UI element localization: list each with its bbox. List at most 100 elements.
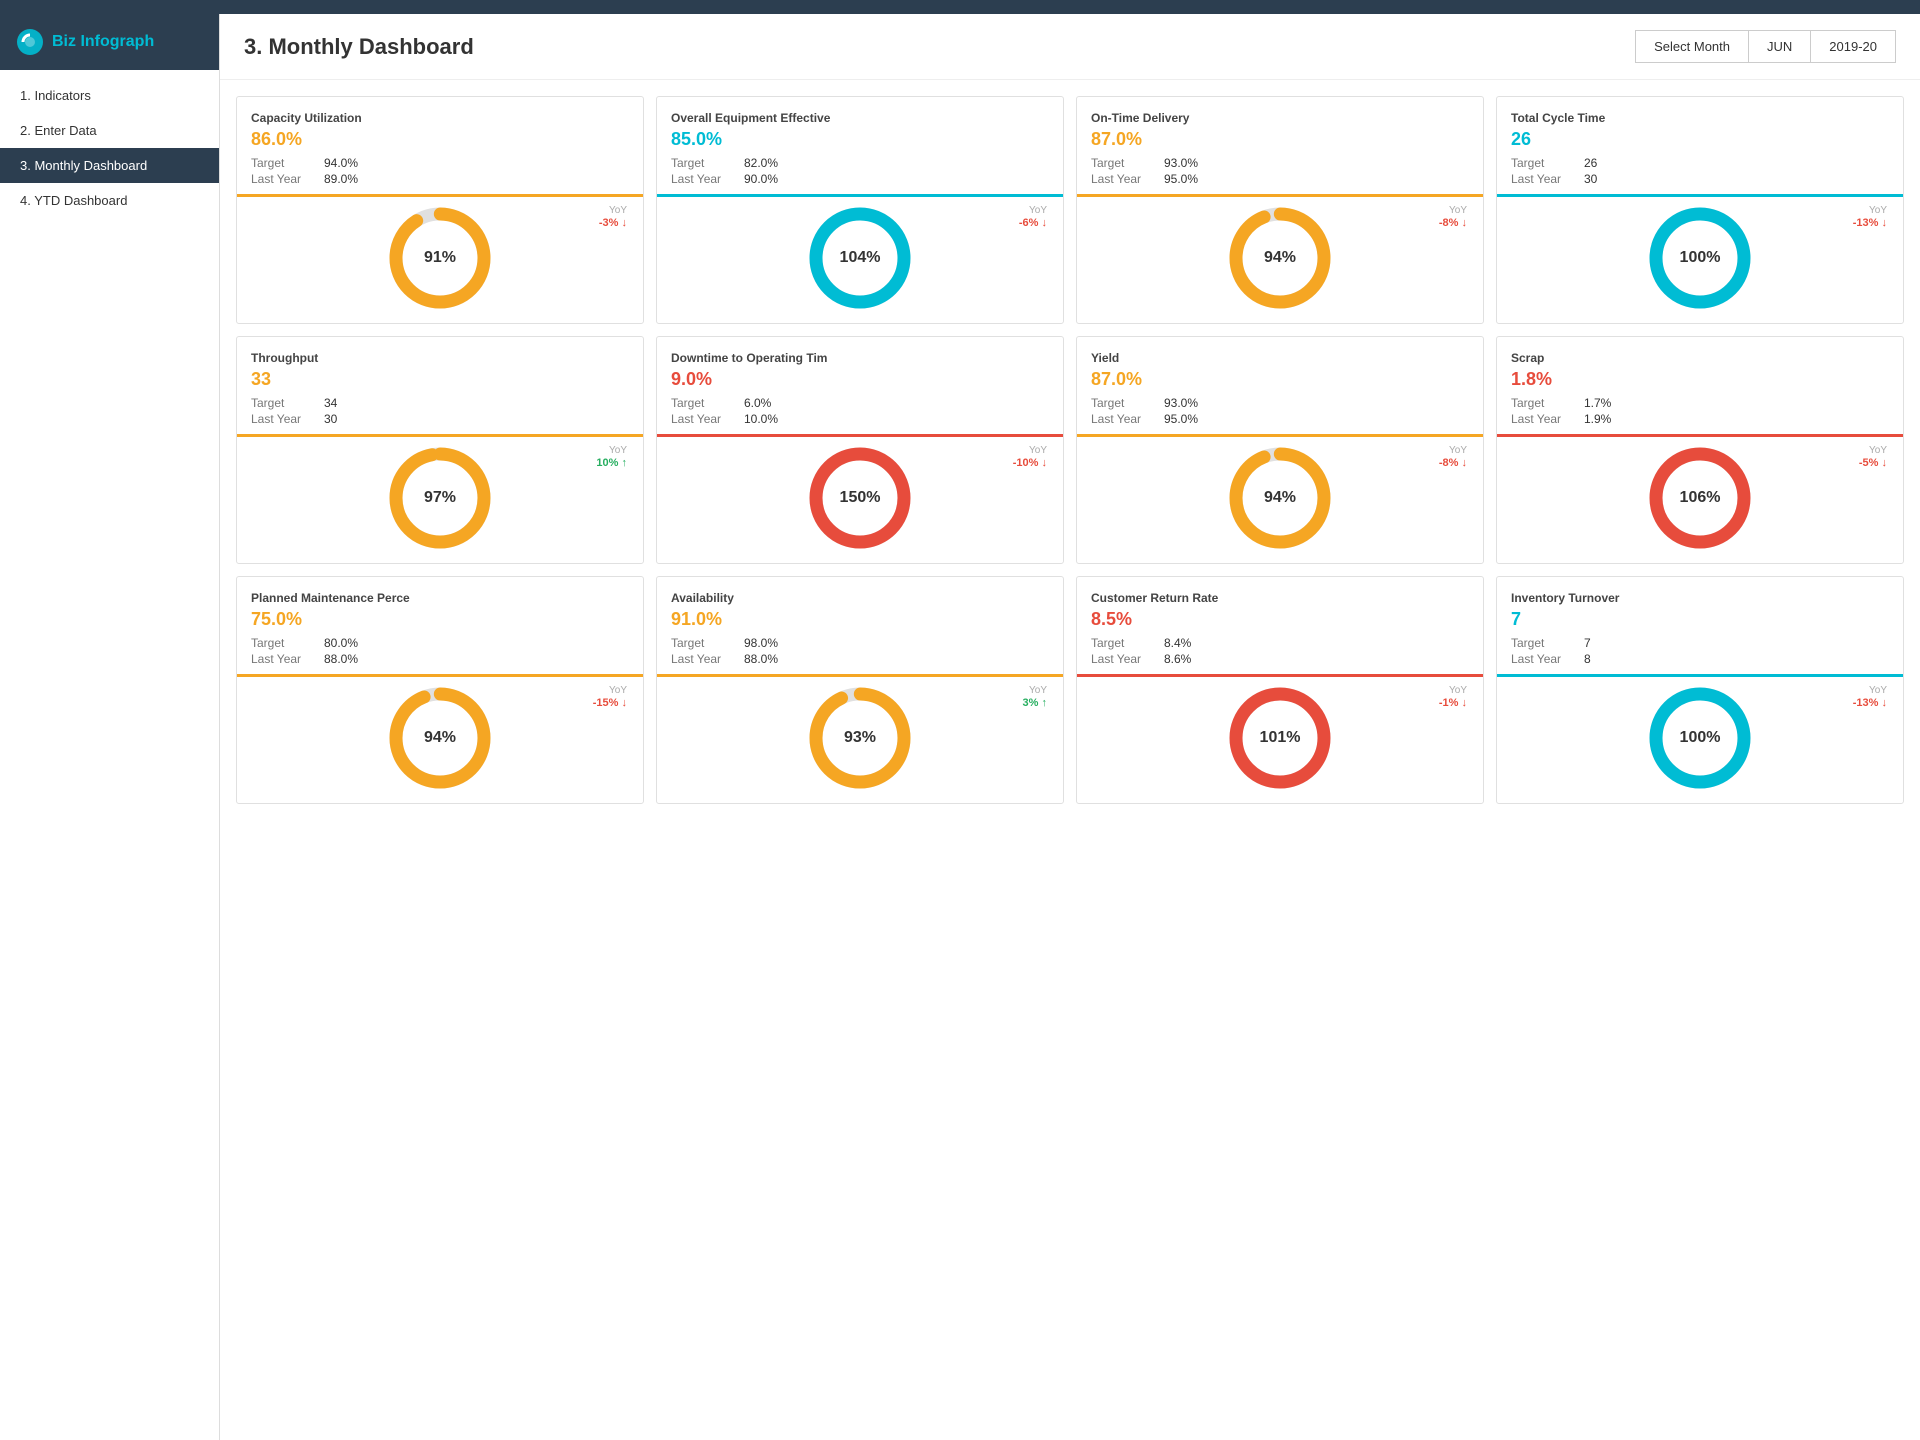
target-label: Target [671,156,736,170]
donut-center-throughput: 97% [424,489,456,507]
kpi-title-planned-maintenance: Planned Maintenance Perce [251,591,629,605]
yoy-value-availability: 3% ↑ [1023,697,1047,709]
target-value-throughput: 34 [324,396,337,410]
sidebar-item-indicators[interactable]: 1. Indicators [0,78,219,113]
donut-throughput: 97% [385,443,495,553]
donut-center-oee: 104% [840,249,881,267]
donut-center-scrap: 106% [1680,489,1721,507]
target-label: Target [1511,156,1576,170]
kpi-divider-planned-maintenance [237,674,643,677]
app-container: Biz Infograph 1. Indicators2. Enter Data… [0,14,1920,1440]
kpi-stats-inventory-turnover: Target 7 Last Year 8 [1511,636,1889,666]
kpi-stats-throughput: Target 34 Last Year 30 [251,396,629,426]
lastyear-label: Last Year [1511,412,1576,426]
kpi-stats-capacity-utilization: Target 94.0% Last Year 89.0% [251,156,629,186]
kpi-lastyear-row: Last Year 10.0% [671,412,1049,426]
select-month-button[interactable]: Select Month [1636,31,1749,62]
kpi-value-capacity-utilization: 86.0% [251,129,629,150]
kpi-lastyear-row: Last Year 89.0% [251,172,629,186]
kpi-target-row: Target 7 [1511,636,1889,650]
kpi-card-downtime: Downtime to Operating Tim 9.0% Target 6.… [656,336,1064,564]
month-display[interactable]: JUN [1749,31,1811,62]
kpi-target-row: Target 26 [1511,156,1889,170]
lastyear-label: Last Year [1511,652,1576,666]
lastyear-label: Last Year [1511,172,1576,186]
kpi-target-row: Target 80.0% [251,636,629,650]
kpi-divider-on-time-delivery [1077,194,1483,197]
yoy-label: YoY [609,445,627,456]
yoy-label: YoY [1029,205,1047,216]
kpi-stats-yield: Target 93.0% Last Year 95.0% [1091,396,1469,426]
kpi-lastyear-row: Last Year 88.0% [671,652,1049,666]
lastyear-label: Last Year [251,412,316,426]
kpi-chart-customer-return-rate: YoY -1% ↓ 101% [1091,683,1469,793]
target-label: Target [671,396,736,410]
kpi-stats-planned-maintenance: Target 80.0% Last Year 88.0% [251,636,629,666]
kpi-title-inventory-turnover: Inventory Turnover [1511,591,1889,605]
logo-icon [16,28,44,56]
kpi-title-availability: Availability [671,591,1049,605]
sidebar-item-enter-data[interactable]: 2. Enter Data [0,113,219,148]
kpi-value-customer-return-rate: 8.5% [1091,609,1469,630]
kpi-lastyear-row: Last Year 1.9% [1511,412,1889,426]
donut-total-cycle-time: 100% [1645,203,1755,313]
kpi-divider-downtime [657,434,1063,437]
kpi-stats-scrap: Target 1.7% Last Year 1.9% [1511,396,1889,426]
lastyear-value-inventory-turnover: 8 [1584,652,1591,666]
kpi-chart-planned-maintenance: YoY -15% ↓ 94% [251,683,629,793]
donut-center-total-cycle-time: 100% [1680,249,1721,267]
target-value-capacity-utilization: 94.0% [324,156,358,170]
donut-on-time-delivery: 94% [1225,203,1335,313]
target-value-total-cycle-time: 26 [1584,156,1597,170]
lastyear-label: Last Year [671,412,736,426]
target-value-oee: 82.0% [744,156,778,170]
yoy-value-customer-return-rate: -1% ↓ [1439,697,1467,709]
donut-yield: 94% [1225,443,1335,553]
target-value-planned-maintenance: 80.0% [324,636,358,650]
kpi-chart-inventory-turnover: YoY -13% ↓ 100% [1511,683,1889,793]
kpi-target-row: Target 82.0% [671,156,1049,170]
sidebar: Biz Infograph 1. Indicators2. Enter Data… [0,14,220,1440]
main-content: 3. Monthly Dashboard Select Month JUN 20… [220,14,1920,1440]
target-value-on-time-delivery: 93.0% [1164,156,1198,170]
kpi-chart-on-time-delivery: YoY -8% ↓ 94% [1091,203,1469,313]
year-display[interactable]: 2019-20 [1811,31,1895,62]
kpi-card-capacity-utilization: Capacity Utilization 86.0% Target 94.0% … [236,96,644,324]
lastyear-label: Last Year [671,652,736,666]
kpi-card-total-cycle-time: Total Cycle Time 26 Target 26 Last Year … [1496,96,1904,324]
kpi-divider-scrap [1497,434,1903,437]
kpi-card-yield: Yield 87.0% Target 93.0% Last Year 95.0%… [1076,336,1484,564]
kpi-target-row: Target 34 [251,396,629,410]
kpi-stats-customer-return-rate: Target 8.4% Last Year 8.6% [1091,636,1469,666]
donut-oee: 104% [805,203,915,313]
kpi-target-row: Target 93.0% [1091,156,1469,170]
lastyear-value-availability: 88.0% [744,652,778,666]
kpi-target-row: Target 6.0% [671,396,1049,410]
yoy-value-throughput: 10% ↑ [596,457,627,469]
kpi-card-planned-maintenance: Planned Maintenance Perce 75.0% Target 8… [236,576,644,804]
target-label: Target [1091,156,1156,170]
lastyear-value-downtime: 10.0% [744,412,778,426]
kpi-value-inventory-turnover: 7 [1511,609,1889,630]
kpi-stats-total-cycle-time: Target 26 Last Year 30 [1511,156,1889,186]
sidebar-item-monthly-dashboard[interactable]: 3. Monthly Dashboard [0,148,219,183]
target-value-downtime: 6.0% [744,396,771,410]
kpi-divider-customer-return-rate [1077,674,1483,677]
kpi-chart-throughput: YoY 10% ↑ 97% [251,443,629,553]
lastyear-label: Last Year [1091,172,1156,186]
kpi-card-oee: Overall Equipment Effective 85.0% Target… [656,96,1064,324]
kpi-lastyear-row: Last Year 95.0% [1091,172,1469,186]
kpi-lastyear-row: Last Year 88.0% [251,652,629,666]
kpi-target-row: Target 1.7% [1511,396,1889,410]
donut-downtime: 150% [805,443,915,553]
kpi-card-availability: Availability 91.0% Target 98.0% Last Yea… [656,576,1064,804]
sidebar-nav: 1. Indicators2. Enter Data3. Monthly Das… [0,70,219,218]
sidebar-item-ytd-dashboard[interactable]: 4. YTD Dashboard [0,183,219,218]
target-label: Target [1511,396,1576,410]
yoy-label: YoY [1869,205,1887,216]
yoy-label: YoY [1029,445,1047,456]
yoy-label: YoY [1449,445,1467,456]
kpi-title-customer-return-rate: Customer Return Rate [1091,591,1469,605]
kpi-chart-total-cycle-time: YoY -13% ↓ 100% [1511,203,1889,313]
yoy-label: YoY [1449,685,1467,696]
